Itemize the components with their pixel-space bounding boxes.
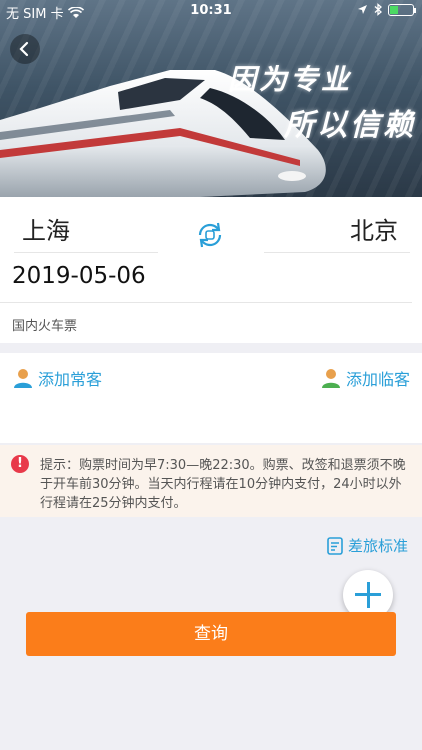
status-bar: 无 SIM 卡 10:31 [0, 0, 422, 22]
banner-slogan-line1: 因为专业 [228, 63, 353, 96]
document-icon [327, 536, 343, 555]
user-icon [14, 369, 32, 388]
swap-icon [198, 222, 222, 248]
notice-text: 提示：购票时间为早7:30—晚22:30。购票、改签和退票须不晚于开车前30分钟… [40, 458, 406, 511]
back-button[interactable] [10, 34, 40, 64]
travel-standard-label: 差旅标准 [347, 537, 408, 555]
location-arrow-icon [358, 5, 367, 14]
purchase-notice: ! 提示：购票时间为早7:30—晚22:30。购票、改签和退票须不晚于开车前30… [0, 445, 422, 517]
add-regular-label: 添加常客 [38, 370, 103, 389]
arrival-city[interactable]: 北京 [350, 211, 398, 246]
swap-cities-button[interactable] [194, 219, 226, 251]
departure-city[interactable]: 上海 [22, 211, 70, 246]
ticket-type-label: 国内火车票 [12, 319, 78, 334]
add-temporary-passenger-button[interactable]: 添加临客 [320, 366, 410, 390]
travel-standard-link[interactable]: 差旅标准 [326, 535, 408, 556]
bluetooth-icon [374, 3, 382, 16]
departure-date[interactable]: 2019-05-06 [12, 263, 146, 289]
user-icon [321, 369, 340, 388]
arrival-divider [264, 252, 410, 253]
banner-image: 因为专业 所以信赖 [0, 0, 422, 197]
passenger-section: 添加常客 添加临客 [0, 353, 422, 443]
alert-icon: ! [11, 455, 29, 473]
query-button[interactable]: 查询 [26, 612, 396, 656]
chevron-left-icon [19, 41, 29, 57]
departure-divider [14, 252, 158, 253]
add-regular-passenger-button[interactable]: 添加常客 [12, 366, 102, 390]
date-divider [0, 302, 412, 303]
search-card: 上海 北京 2019-05-06 国内火车票 [0, 197, 422, 343]
battery-icon [388, 3, 416, 16]
banner-slogan-line2: 所以信赖 [284, 108, 416, 143]
add-temp-label: 添加临客 [345, 370, 410, 389]
train-image [0, 70, 326, 197]
